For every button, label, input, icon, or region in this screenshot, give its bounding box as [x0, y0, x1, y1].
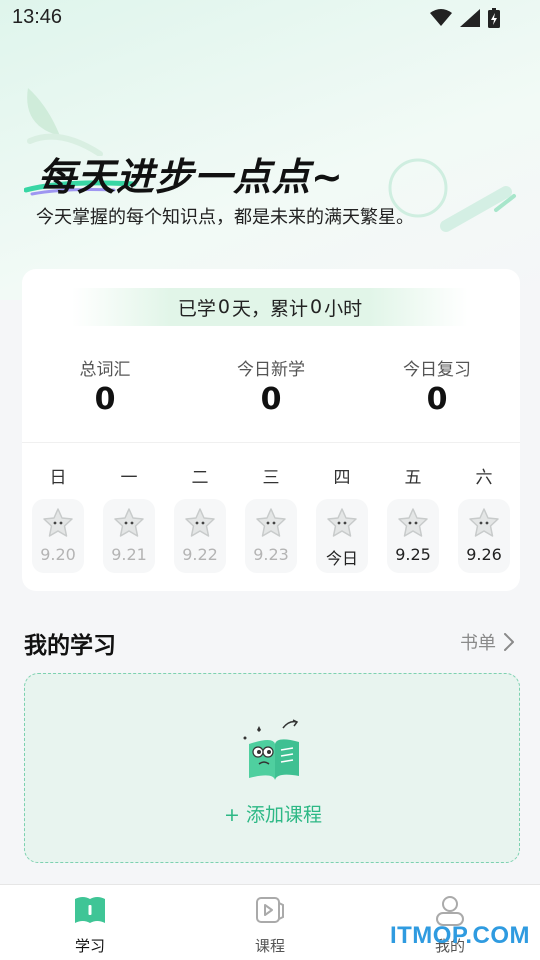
- learned-hours-value: 0: [310, 296, 323, 318]
- tab-label: 学习: [74, 937, 105, 955]
- star-icon: [114, 508, 144, 537]
- status-time: 13:46: [12, 6, 63, 28]
- watermark-text: ITMOP.COM: [389, 922, 530, 949]
- video-icon: [256, 897, 284, 923]
- battery-icon: [488, 8, 500, 28]
- day-date: 9.22: [182, 545, 218, 564]
- day-name: 三: [262, 468, 280, 488]
- day-name: 日: [49, 468, 67, 488]
- add-course-area[interactable]: + 添加课程: [24, 673, 520, 863]
- day-date: 9.20: [40, 545, 76, 564]
- study-summary-card: 已学 0 天，累计 0 小时 总词汇 0 今日新学 0 今日复习 0 日 9.2…: [22, 269, 520, 591]
- star-icon: [469, 508, 499, 537]
- day-cell-today[interactable]: 今日: [316, 499, 368, 573]
- signal-icon: [460, 9, 480, 27]
- day-column: 五 9.25: [385, 463, 441, 573]
- book-icon: [75, 897, 105, 923]
- day-column: 日 9.20: [30, 463, 86, 573]
- day-date: 今日: [325, 549, 358, 568]
- day-name: 四: [333, 468, 351, 488]
- stats-row: 总词汇 0 今日新学 0 今日复习 0: [22, 355, 520, 417]
- booklist-label: 书单: [460, 633, 496, 654]
- learned-suffix: 小时: [324, 297, 363, 320]
- stat-review-today: 今日复习 0: [354, 355, 520, 417]
- stat-total-words: 总词汇 0: [22, 355, 188, 417]
- my-study-title: 我的学习: [24, 633, 116, 659]
- tab-label: 课程: [254, 937, 285, 955]
- day-column: 一 9.21: [101, 463, 157, 573]
- stat-label: 总词汇: [79, 360, 131, 380]
- star-icon: [185, 508, 215, 537]
- stat-new-today: 今日新学 0: [188, 355, 354, 417]
- day-column: 六 9.26: [456, 463, 512, 573]
- day-date: 9.23: [253, 545, 289, 564]
- day-date: 9.25: [395, 545, 431, 564]
- card-divider: [22, 442, 520, 443]
- learned-days-value: 0: [217, 296, 230, 318]
- stat-value: 0: [426, 382, 448, 417]
- day-date: 9.21: [111, 545, 147, 564]
- day-name: 六: [475, 468, 493, 488]
- stat-value: 0: [94, 382, 116, 417]
- day-column: 四 今日: [314, 463, 370, 573]
- hero-title: 每天进步一点点~: [38, 155, 344, 199]
- day-cell[interactable]: 9.23: [245, 499, 297, 573]
- week-calendar: 日 9.20 一 9.21 二 9.22 三 9.23 四 今日 五 9.25 …: [30, 463, 512, 573]
- star-icon: [256, 508, 286, 537]
- add-course-label[interactable]: + 添加课程: [25, 800, 521, 827]
- learned-mid: 天，累计: [231, 297, 308, 320]
- star-icon: [398, 508, 428, 537]
- stat-label: 今日新学: [237, 360, 305, 380]
- wifi-icon: [430, 9, 452, 26]
- star-icon: [43, 508, 73, 537]
- booklist-link[interactable]: 书单: [460, 629, 514, 655]
- day-cell[interactable]: 9.25: [387, 499, 439, 573]
- stat-label: 今日复习: [403, 360, 471, 380]
- star-icon: [327, 508, 357, 537]
- day-cell[interactable]: 9.26: [458, 499, 510, 573]
- day-column: 二 9.22: [172, 463, 228, 573]
- glass-sphere-decoration-icon: [388, 158, 516, 232]
- stat-value: 0: [260, 382, 282, 417]
- status-bar: 13:46: [0, 0, 540, 36]
- learned-prefix: 已学: [177, 297, 216, 320]
- hero-subtitle: 今天掌握的每个知识点，都是未来的满天繁星。: [36, 207, 414, 228]
- confused-book-icon: [243, 719, 299, 780]
- day-cell[interactable]: 9.22: [174, 499, 226, 573]
- day-name: 一: [120, 468, 138, 488]
- day-cell[interactable]: 9.20: [32, 499, 84, 573]
- day-name: 二: [191, 468, 209, 488]
- day-column: 三 9.23: [243, 463, 299, 573]
- day-name: 五: [404, 468, 422, 488]
- day-cell[interactable]: 9.21: [103, 499, 155, 573]
- learned-summary-bar: 已学 0 天，累计 0 小时: [72, 288, 468, 326]
- tab-course[interactable]: 课程: [180, 885, 360, 960]
- day-date: 9.26: [466, 545, 502, 564]
- tab-study[interactable]: 学习: [0, 885, 180, 960]
- chevron-right-icon: [504, 633, 514, 651]
